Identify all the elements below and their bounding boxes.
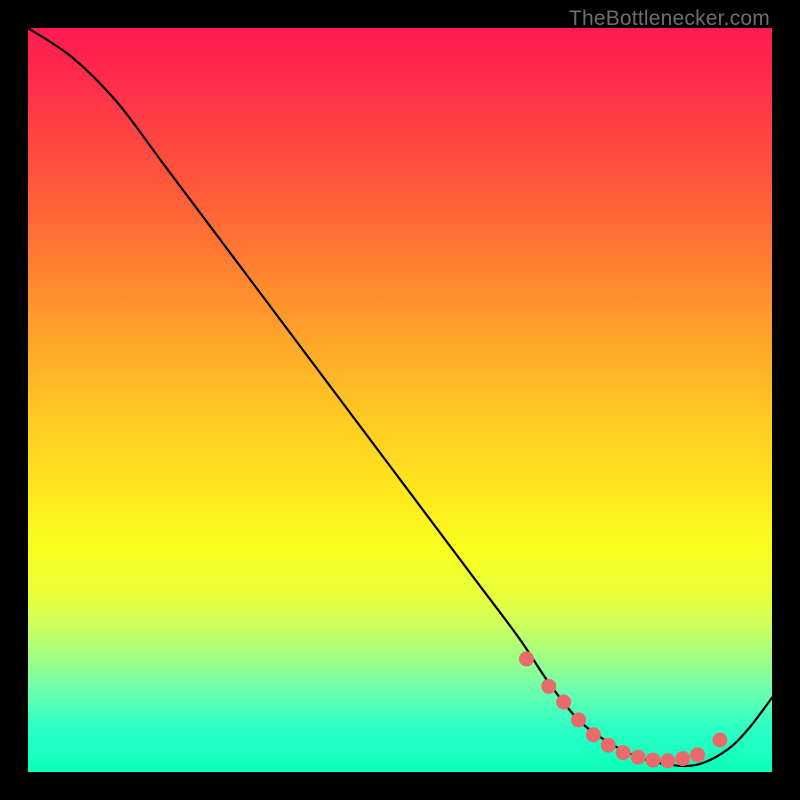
highlight-dot (519, 651, 534, 666)
highlight-dot (712, 733, 727, 748)
highlight-dot (631, 750, 646, 765)
highlight-dot (645, 753, 660, 768)
chart-stage: TheBottlenecker.com (0, 0, 800, 800)
plot-area (28, 28, 772, 772)
bottleneck-curve (28, 28, 772, 766)
highlight-dot (675, 751, 690, 766)
highlight-dots (519, 651, 727, 768)
highlight-dot (660, 753, 675, 768)
highlight-dot (556, 695, 571, 710)
chart-svg (28, 28, 772, 772)
highlight-dot (571, 712, 586, 727)
highlight-dot (586, 727, 601, 742)
highlight-dot (541, 679, 556, 694)
highlight-dot (601, 738, 616, 753)
highlight-dot (616, 745, 631, 760)
highlight-dot (690, 747, 705, 762)
